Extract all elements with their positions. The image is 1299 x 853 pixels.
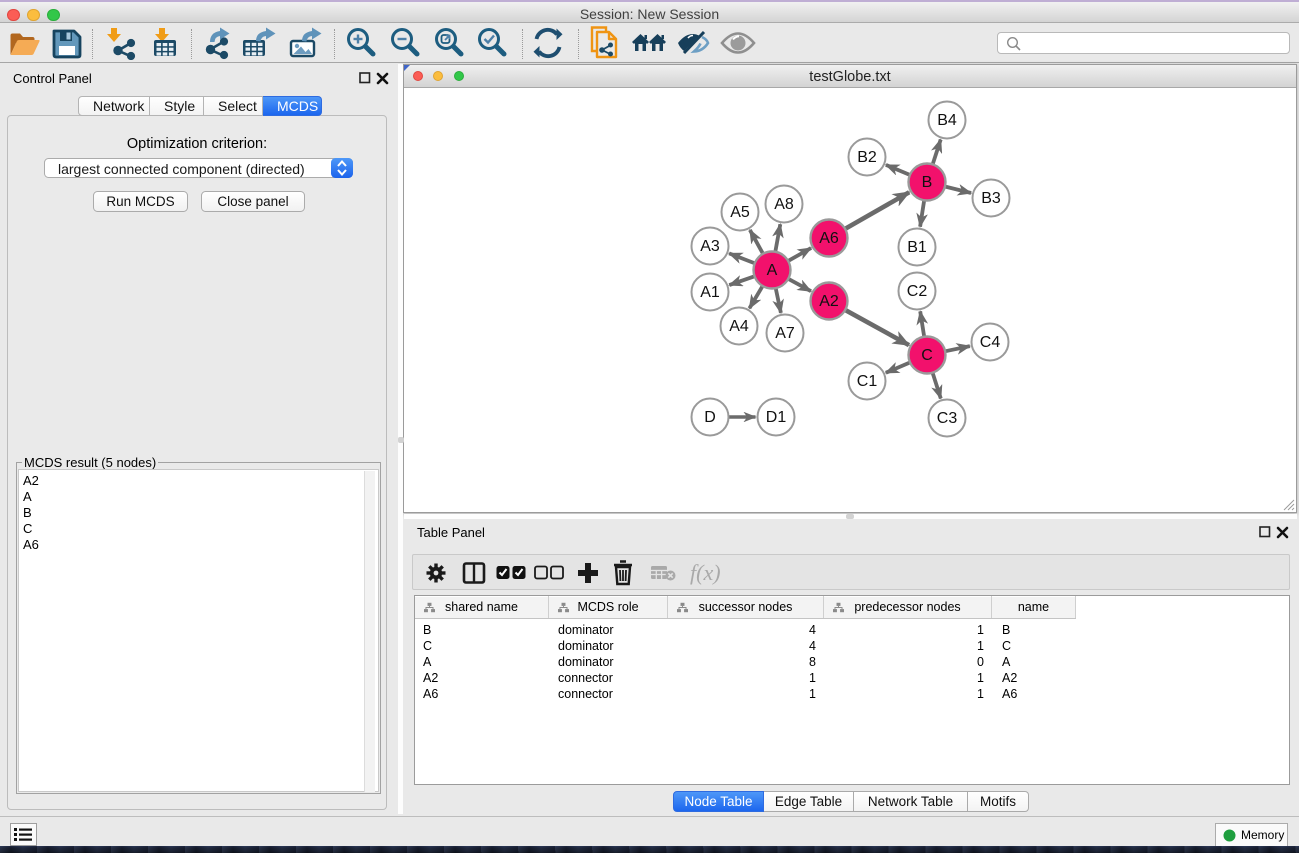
svg-text:C2: C2 [907,283,928,300]
svg-text:C: C [921,347,933,364]
svg-text:A5: A5 [730,204,750,221]
svg-text:A1: A1 [700,284,720,301]
svg-text:D: D [704,409,716,426]
svg-text:A2: A2 [819,293,839,310]
svg-text:C4: C4 [980,334,1001,351]
svg-text:B3: B3 [981,190,1001,207]
svg-text:A8: A8 [774,196,794,213]
svg-text:A: A [767,262,778,279]
svg-text:D1: D1 [766,409,787,426]
svg-text:B: B [922,174,933,191]
svg-text:B1: B1 [907,239,927,256]
svg-text:C3: C3 [937,410,958,427]
svg-text:A3: A3 [700,238,720,255]
svg-text:B2: B2 [857,149,877,166]
svg-text:A7: A7 [775,325,795,342]
svg-text:A6: A6 [819,230,839,247]
svg-text:C1: C1 [857,373,878,390]
svg-text:A4: A4 [729,318,749,335]
svg-text:B4: B4 [937,112,957,129]
